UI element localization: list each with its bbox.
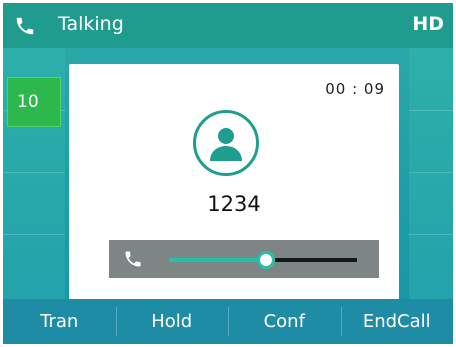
- hold-softkey[interactable]: Hold: [115, 299, 229, 344]
- contact-avatar: [193, 110, 259, 176]
- status-bar: Talking HD: [3, 3, 453, 48]
- softkey-bar: Tran Hold Conf EndCall: [3, 299, 453, 344]
- call-status-label: Talking: [58, 13, 124, 35]
- hd-audio-badge: HD: [412, 13, 444, 35]
- phone-screen: Talking HD 10 00 : 09 1234 Tran Hold Con…: [3, 3, 453, 344]
- volume-bar[interactable]: [109, 240, 379, 278]
- volume-track-filled: [169, 258, 261, 262]
- person-icon: [210, 128, 242, 161]
- transfer-softkey[interactable]: Tran: [3, 299, 116, 344]
- line-key-10[interactable]: 10: [7, 77, 61, 127]
- phone-handset-icon: [125, 251, 141, 267]
- conference-softkey[interactable]: Conf: [228, 299, 341, 344]
- caller-number: 1234: [207, 192, 261, 216]
- volume-slider-knob[interactable]: [257, 251, 275, 269]
- call-area: 10 00 : 09 1234: [3, 48, 453, 300]
- call-timer: 00 : 09: [325, 80, 385, 98]
- right-line-keys: [409, 48, 453, 299]
- call-card: 00 : 09 1234: [69, 64, 399, 300]
- phone-handset-icon: [16, 17, 34, 35]
- volume-track-empty: [271, 258, 357, 262]
- end-call-softkey[interactable]: EndCall: [340, 299, 454, 344]
